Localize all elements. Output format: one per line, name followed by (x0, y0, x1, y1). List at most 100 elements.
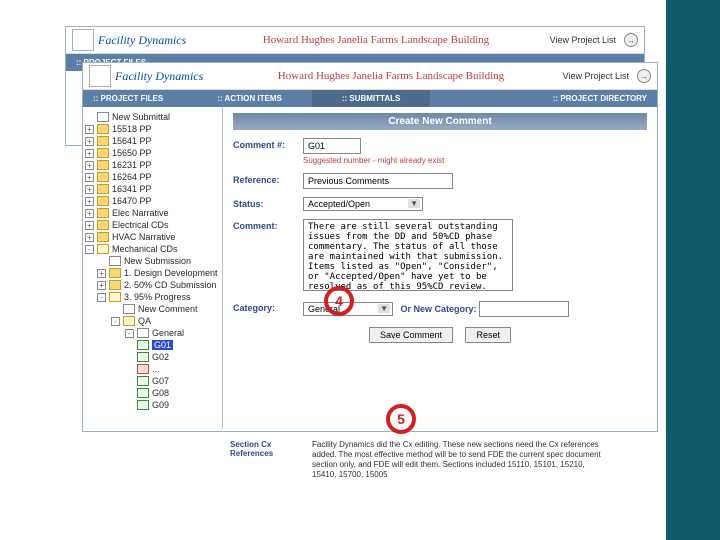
tree-toggle (125, 401, 134, 410)
folder-icon (97, 244, 109, 254)
tree-toggle[interactable]: + (85, 173, 94, 182)
page-title: Howard Hughes Janelia Farms Landscape Bu… (223, 70, 558, 82)
file-icon (137, 328, 149, 338)
folder-icon (97, 184, 109, 194)
tree-item-label[interactable]: New Submission (124, 256, 191, 266)
tree-toggle[interactable]: - (85, 245, 94, 254)
tree-item-label[interactable]: 16231 PP (112, 160, 152, 170)
tree-toggle[interactable]: + (97, 269, 106, 278)
tree-toggle[interactable]: + (85, 137, 94, 146)
tree-toggle[interactable]: + (85, 209, 94, 218)
tree-toggle[interactable]: + (97, 281, 106, 290)
tab-project-files[interactable]: :: PROJECT FILES (83, 90, 177, 107)
tab-action-items[interactable]: :: ACTION ITEMS (177, 90, 312, 107)
file-icon (137, 388, 149, 398)
foreground-window: Facility Dynamics Howard Hughes Janelia … (82, 62, 658, 432)
lower-label: Section Cx References (230, 440, 302, 480)
label-comment-no: Comment #: (233, 138, 303, 150)
tree-toggle[interactable]: + (85, 197, 94, 206)
save-comment-button[interactable]: Save Comment (369, 327, 453, 343)
label-status: Status: (233, 197, 303, 209)
folder-icon (97, 160, 109, 170)
tree-item-label[interactable]: 16341 PP (112, 184, 152, 194)
file-icon (137, 364, 149, 374)
logo: Facility Dynamics (72, 29, 186, 51)
folder-icon (97, 220, 109, 230)
project-tree[interactable]: New Submittal +15518 PP +15641 PP +15650 PP… (83, 107, 223, 429)
tree-item-label[interactable]: Mechanical CDs (112, 244, 178, 254)
reference-input[interactable] (303, 173, 453, 189)
annotation-marker-5: 5 (386, 404, 416, 434)
new-category-input[interactable] (479, 301, 569, 317)
tree-item-label[interactable]: Electrical CDs (112, 220, 169, 230)
tree-item-label[interactable]: 3. 95% Progress (124, 292, 191, 302)
tree-item-label[interactable]: G08 (152, 388, 169, 398)
page-title: Howard Hughes Janelia Farms Landscape Bu… (206, 34, 545, 46)
form-title: Create New Comment (233, 113, 647, 130)
tree-item-label[interactable]: ... (152, 364, 160, 374)
file-icon (137, 400, 149, 410)
tree-item-label[interactable]: New Comment (138, 304, 198, 314)
annotation-marker-4: 4 (324, 286, 354, 316)
tree-item-label[interactable]: 2. 50% CD Submission (124, 280, 217, 290)
folder-icon (109, 280, 121, 290)
logo: Facility Dynamics (89, 65, 203, 87)
tree-item-label[interactable]: G02 (152, 352, 169, 362)
tree-toggle[interactable]: + (85, 221, 94, 230)
tree-item-label[interactable]: 16470 PP (112, 196, 152, 206)
folder-icon (97, 136, 109, 146)
nav-forward-icon[interactable]: → (637, 69, 651, 83)
tab-project-directory[interactable]: :: PROJECT DIRECTORY (513, 90, 657, 107)
comment-number-hint: Suggested number - might already exist (303, 156, 647, 165)
logo-icon (72, 29, 94, 51)
tree-toggle[interactable]: + (85, 149, 94, 158)
tree-toggle[interactable]: + (85, 125, 94, 134)
file-icon (137, 376, 149, 386)
comment-number-input[interactable] (303, 138, 361, 154)
tree-toggle (97, 257, 106, 266)
lower-text: Facility Dynamics did the Cx editing. Th… (312, 440, 610, 480)
tree-item-label[interactable]: G09 (152, 400, 169, 410)
tree-item-label[interactable]: 15518 PP (112, 124, 152, 134)
tab-submittals[interactable]: :: SUBMITTALS (312, 90, 431, 107)
tree-toggle[interactable]: + (85, 233, 94, 242)
view-project-list-link[interactable]: View Project List (546, 35, 620, 45)
tree-item-label[interactable]: HVAC Narrative (112, 232, 175, 242)
folder-icon (97, 172, 109, 182)
folder-icon (97, 232, 109, 242)
tree-item-label[interactable]: 1. Design Development (124, 268, 218, 278)
label-new-category: Or New Category: (401, 304, 477, 314)
tree-toggle[interactable]: - (97, 293, 106, 302)
file-icon (123, 304, 135, 314)
comment-textarea[interactable] (303, 219, 513, 291)
file-icon (137, 340, 149, 350)
tree-toggle[interactable]: + (85, 161, 94, 170)
folder-icon (97, 124, 109, 134)
reset-button[interactable]: Reset (465, 327, 511, 343)
tree-item-label[interactable]: Elec Narrative (112, 208, 169, 218)
status-select[interactable]: Accepted/Open (303, 197, 423, 211)
lower-partial-content: Section Cx References Facility Dynamics … (230, 440, 610, 480)
tree-item-label[interactable]: 15641 PP (112, 136, 152, 146)
folder-icon (97, 208, 109, 218)
tree-item-label[interactable]: G01 (152, 340, 173, 350)
nav-forward-icon[interactable]: → (624, 33, 638, 47)
folder-icon (123, 316, 135, 326)
logo-text: Facility Dynamics (115, 70, 203, 82)
tree-item-label[interactable]: 15650 PP (112, 148, 152, 158)
file-icon (137, 352, 149, 362)
tree-toggle[interactable]: + (85, 185, 94, 194)
tree-toggle (125, 353, 134, 362)
logo-text: Facility Dynamics (98, 34, 186, 46)
tree-item-label[interactable]: New Submittal (112, 112, 170, 122)
tree-item-label[interactable]: QA (138, 316, 151, 326)
tree-item-label[interactable]: General (152, 328, 184, 338)
tree-toggle (85, 113, 94, 122)
tree-item-label[interactable]: G07 (152, 376, 169, 386)
tree-toggle[interactable]: - (125, 329, 134, 338)
view-project-list-link[interactable]: View Project List (559, 71, 633, 81)
tree-toggle[interactable]: - (111, 317, 120, 326)
tree-toggle (125, 389, 134, 398)
tree-item-label[interactable]: 16264 PP (112, 172, 152, 182)
file-icon (109, 256, 121, 266)
